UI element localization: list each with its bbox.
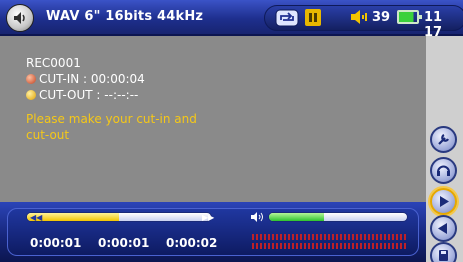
- audio-icon[interactable]: [6, 4, 34, 32]
- fast-forward-icon[interactable]: ▶▶: [202, 213, 214, 222]
- vu-meter-right: [252, 243, 408, 249]
- battery-icon: [397, 10, 422, 24]
- progress-bar[interactable]: [26, 212, 212, 222]
- vu-meter: [252, 234, 408, 250]
- position-time: 0:00:01: [98, 236, 150, 250]
- settings-button[interactable]: [430, 126, 457, 153]
- elapsed-time: 0:00:01: [30, 236, 82, 250]
- wrench-icon: [438, 134, 449, 145]
- back-button[interactable]: [430, 215, 457, 242]
- total-time: 0:00:02: [166, 236, 218, 250]
- cut-in-line: CUT-IN : 00:00:04: [26, 72, 145, 86]
- level-bar[interactable]: [268, 212, 408, 222]
- cut-out-icon: [26, 90, 36, 100]
- play-button[interactable]: [430, 188, 457, 215]
- save-icon: [439, 250, 448, 261]
- cut-in-label: CUT-IN : 00:00:04: [39, 72, 145, 86]
- level-icon: [251, 212, 263, 222]
- headphones-icon: [437, 165, 450, 176]
- cut-out-label: CUT-OUT : --:--:--: [39, 88, 139, 102]
- volume-icon: [351, 10, 367, 24]
- cut-out-line: CUT-OUT : --:--:--: [26, 88, 138, 102]
- repeat-icon[interactable]: [275, 9, 299, 27]
- play-icon: [440, 196, 449, 207]
- screen: WAV 6" 16bits 44kHz 39 11 17 REC0001 CUT…: [0, 0, 463, 262]
- headphones-button[interactable]: [430, 157, 457, 184]
- file-name: REC0001: [26, 56, 81, 70]
- cut-in-icon: [26, 74, 36, 84]
- level-fill: [269, 213, 325, 221]
- save-button[interactable]: [430, 242, 457, 262]
- pause-icon[interactable]: [305, 9, 321, 26]
- vu-meter-left: [252, 234, 408, 240]
- status-title: WAV 6" 16bits 44kHz: [46, 9, 204, 24]
- volume-value: 39: [372, 10, 391, 25]
- back-icon: [438, 223, 447, 234]
- instruction-text: Please make your cut-in and cut-out: [26, 112, 197, 142]
- rewind-icon[interactable]: ◀◀: [30, 213, 42, 222]
- speaker-glyph: [14, 12, 25, 24]
